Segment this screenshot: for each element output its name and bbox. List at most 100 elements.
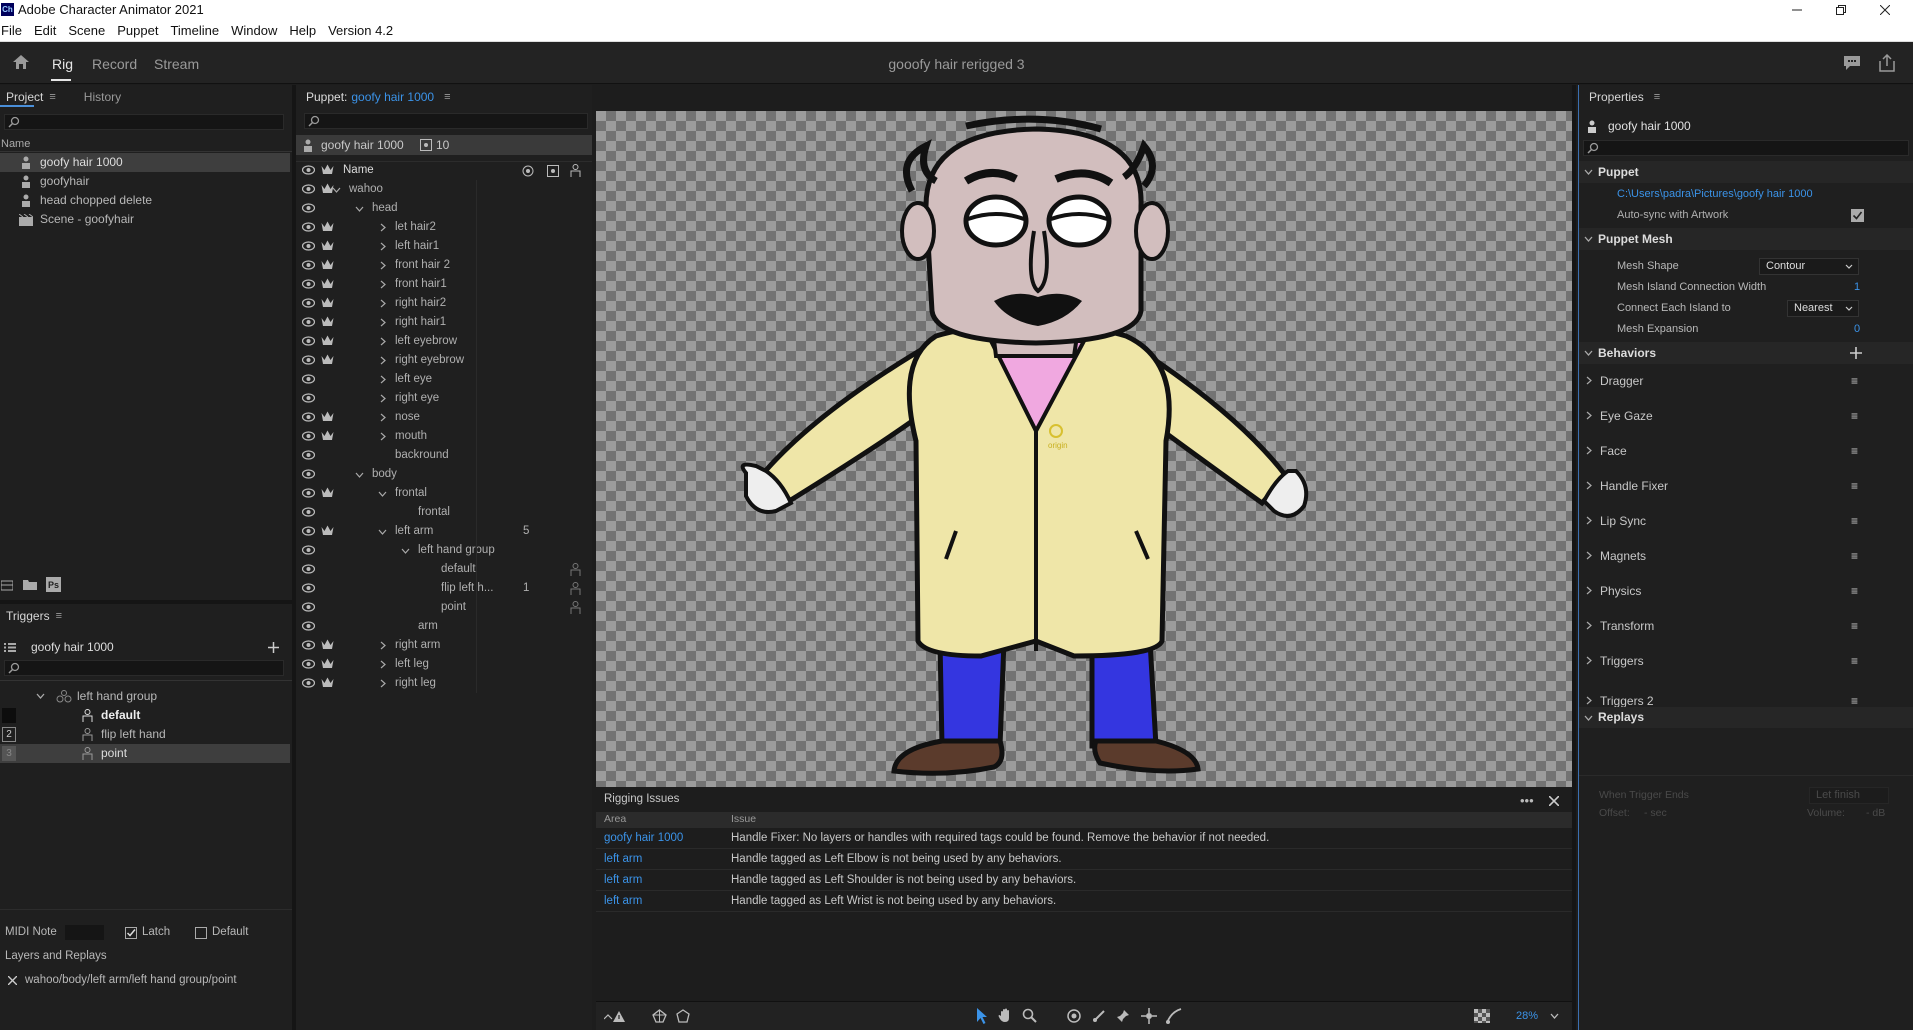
transparency-grid-icon[interactable] (1474, 1009, 1490, 1023)
visibility-icon[interactable] (302, 279, 315, 289)
visibility-icon[interactable] (302, 431, 315, 441)
section-puppet-mesh[interactable]: Puppet Mesh (1579, 228, 1913, 250)
behavior-item[interactable]: Eye Gaze ≡ (1579, 399, 1859, 433)
comment-icon[interactable] (1843, 55, 1861, 71)
visibility-icon[interactable] (302, 564, 315, 574)
chevron-down-icon[interactable] (36, 693, 45, 699)
menu-help[interactable]: Help (281, 23, 316, 38)
visibility-icon[interactable] (302, 469, 315, 479)
chevron-right-icon[interactable] (1586, 656, 1592, 665)
tree-row[interactable]: body (296, 465, 592, 484)
add-trigger-icon[interactable] (268, 642, 279, 653)
tree-row[interactable]: left hand group (296, 541, 592, 560)
tree-row[interactable]: nose (296, 408, 592, 427)
chevron-right-icon[interactable] (380, 337, 386, 346)
trigger-group[interactable]: left hand group (0, 687, 290, 706)
origin-tool-icon[interactable] (1067, 1009, 1081, 1023)
triggers-search-input[interactable] (4, 660, 284, 676)
chevron-right-icon[interactable] (1586, 516, 1592, 525)
crown-icon[interactable] (321, 677, 334, 688)
menu-file[interactable]: File (0, 23, 22, 38)
menu-timeline[interactable]: Timeline (162, 23, 219, 38)
stick-tool-icon[interactable] (1092, 1009, 1106, 1023)
tree-row[interactable]: front hair1 (296, 275, 592, 294)
chevron-right-icon[interactable] (380, 394, 386, 403)
crown-icon[interactable] (321, 316, 334, 327)
folder-icon[interactable] (23, 579, 37, 590)
project-search-input[interactable] (4, 114, 284, 130)
visibility-icon[interactable] (302, 336, 315, 346)
tab-properties[interactable]: Properties (1589, 90, 1644, 104)
puppet-path-link[interactable]: C:\Users\padra\Pictures\goofy hair 1000 (1617, 183, 1813, 205)
zoom-tool-icon[interactable] (1022, 1008, 1037, 1023)
behavior-menu-icon[interactable]: ≡ (1851, 469, 1858, 503)
crown-icon[interactable] (321, 297, 334, 308)
visibility-icon[interactable] (302, 678, 315, 688)
autosync-checkbox[interactable] (1851, 209, 1864, 222)
trigger-item[interactable]: default (0, 706, 290, 725)
tree-row[interactable]: left eyebrow (296, 332, 592, 351)
visibility-icon[interactable] (302, 317, 315, 327)
tab-triggers[interactable]: Triggers (6, 609, 50, 623)
chevron-right-icon[interactable] (1586, 481, 1592, 490)
midi-note-input[interactable] (65, 925, 104, 940)
tree-row[interactable]: left arm 5 (296, 522, 592, 541)
crown-icon[interactable] (321, 411, 334, 422)
select-tool-icon[interactable] (976, 1008, 988, 1024)
panel-menu-icon[interactable]: ≡ (49, 91, 55, 103)
tree-row[interactable]: right leg (296, 674, 592, 693)
project-item[interactable]: goofyhair (0, 172, 290, 191)
hand-tool-icon[interactable] (998, 1008, 1013, 1023)
behavior-menu-icon[interactable]: ≡ (1851, 504, 1858, 538)
menu-version[interactable]: Version 4.2 (320, 23, 393, 38)
chevron-right-icon[interactable] (380, 280, 386, 289)
project-item[interactable]: head chopped delete (0, 191, 290, 210)
tab-history[interactable]: History (84, 90, 121, 104)
chevron-down-icon[interactable] (332, 187, 341, 193)
default-checkbox[interactable] (195, 927, 207, 939)
visibility-icon[interactable] (302, 374, 315, 384)
chevron-right-icon[interactable] (380, 432, 386, 441)
chevron-right-icon[interactable] (380, 242, 386, 251)
visibility-icon[interactable] (302, 203, 315, 213)
visibility-icon[interactable] (302, 184, 315, 194)
behavior-menu-icon[interactable]: ≡ (1851, 399, 1858, 433)
issue-row[interactable]: goofy hair 1000 Handle Fixer: No layers o… (596, 828, 1572, 849)
visibility-icon[interactable] (302, 241, 315, 251)
tree-row[interactable]: flip left h... 1 (296, 579, 592, 598)
visibility-icon[interactable] (302, 393, 315, 403)
tree-row[interactable]: frontal (296, 484, 592, 503)
crown-icon[interactable] (321, 240, 334, 251)
tree-row[interactable]: wahoo (296, 180, 592, 199)
new-item-icon[interactable] (1, 579, 13, 591)
menu-puppet[interactable]: Puppet (109, 23, 158, 38)
crown-icon[interactable] (321, 658, 334, 669)
visibility-icon[interactable] (302, 640, 315, 650)
behavior-item[interactable]: Handle Fixer ≡ (1579, 469, 1859, 503)
menu-scene[interactable]: Scene (60, 23, 105, 38)
properties-search-input[interactable] (1583, 140, 1909, 156)
chevron-down-icon[interactable] (1550, 1013, 1559, 1019)
behavior-menu-icon[interactable]: ≡ (1851, 609, 1858, 643)
behavior-menu-icon[interactable]: ≡ (1851, 364, 1858, 398)
chevron-right-icon[interactable] (1586, 376, 1592, 385)
share-icon[interactable] (1879, 54, 1895, 72)
crown-icon[interactable] (321, 278, 334, 289)
crown-icon[interactable] (321, 487, 334, 498)
trigger-item[interactable]: 3 point (0, 744, 290, 763)
behavior-item[interactable]: Transform ≡ (1579, 609, 1859, 643)
chevron-right-icon[interactable] (380, 660, 386, 669)
tab-project[interactable]: Project (6, 90, 43, 104)
chevron-right-icon[interactable] (1586, 411, 1592, 420)
tree-row[interactable]: left leg (296, 655, 592, 674)
pin-tool-icon[interactable] (1116, 1009, 1130, 1023)
trigger-item[interactable]: 2 flip left hand (0, 725, 290, 744)
tree-row[interactable]: mouth (296, 427, 592, 446)
warning-icon[interactable] (604, 1010, 626, 1023)
chevron-right-icon[interactable] (380, 223, 386, 232)
tree-row[interactable]: backround (296, 446, 592, 465)
visibility-icon[interactable] (302, 450, 315, 460)
visibility-icon[interactable] (302, 507, 315, 517)
tree-row[interactable]: let hair2 (296, 218, 592, 237)
behavior-menu-icon[interactable]: ≡ (1851, 434, 1858, 468)
